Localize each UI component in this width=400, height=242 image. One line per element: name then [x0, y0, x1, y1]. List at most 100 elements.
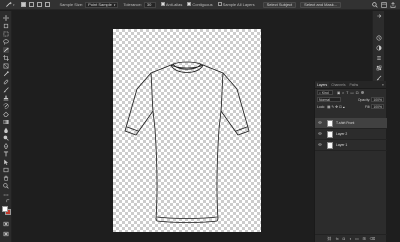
frame-tool-icon[interactable] [3, 63, 9, 69]
trash-icon[interactable]: ⌫ [370, 236, 375, 241]
intersect-selection-button[interactable] [44, 2, 50, 7]
fx-icon[interactable]: fx [336, 237, 339, 241]
lock-image-icon[interactable]: ✎ [331, 105, 334, 109]
magic-wand-tool-icon[interactable] [3, 47, 9, 53]
tab-channels[interactable]: Channels [329, 82, 347, 89]
more-tools-icon[interactable] [3, 192, 9, 198]
tab-layers[interactable]: Layers [315, 81, 330, 88]
blur-tool-icon[interactable] [3, 127, 9, 133]
search-icon: ⌕ [319, 90, 321, 95]
checkbox-icon [217, 2, 222, 7]
new-selection-button[interactable] [20, 2, 26, 7]
lock-all-icon[interactable]: 🔒︎ [343, 105, 345, 109]
filter-adjustment-icon[interactable]: ◐ [342, 91, 344, 95]
clone-stamp-tool-icon[interactable] [3, 95, 9, 101]
workspace-icon[interactable] [381, 2, 387, 8]
magic-wand-icon[interactable] [5, 1, 12, 8]
filter-type-icon[interactable]: T [346, 91, 348, 95]
add-mask-icon[interactable]: ◘ [343, 237, 345, 241]
zoom-tool-icon[interactable] [3, 183, 9, 189]
blend-row: Normal Opacity: 100% [315, 96, 386, 103]
eyedropper-tool-icon[interactable] [3, 71, 9, 77]
screen-mode-icon[interactable] [3, 231, 9, 237]
quick-mask-icon[interactable] [3, 221, 9, 227]
filter-smart-object-icon[interactable]: ⊡ [356, 91, 359, 95]
layer-thumbnail [327, 130, 333, 138]
layer-name[interactable]: T-shirt Front [336, 121, 354, 125]
tab-paths[interactable]: Paths [348, 82, 361, 89]
new-group-folder-icon[interactable]: ▭ [355, 236, 359, 241]
visibility-eye-icon[interactable] [317, 121, 323, 125]
pen-tool-icon[interactable] [3, 143, 9, 149]
document-canvas[interactable] [113, 29, 261, 232]
lasso-tool-icon[interactable] [3, 39, 9, 45]
healing-brush-tool-icon[interactable] [3, 79, 9, 85]
chevron-down-icon[interactable]: ▾ [13, 3, 15, 7]
select-and-mask-label: Select and Mask... [304, 2, 338, 7]
tools-panel [0, 11, 12, 242]
tolerance-value: 30 [146, 2, 152, 7]
hand-tool-icon[interactable] [3, 175, 9, 181]
blend-mode-select[interactable]: Normal [317, 97, 341, 102]
new-layer-icon[interactable]: ⊞ [363, 236, 366, 241]
filter-shape-icon[interactable]: ▭ [350, 91, 353, 95]
adjustment-layer-icon[interactable]: ◑ [349, 237, 351, 241]
share-icon[interactable] [390, 2, 396, 8]
tolerance-input[interactable]: 30 [143, 1, 156, 8]
anti-alias-checkbox[interactable]: Anti-alias [160, 2, 182, 7]
chevron-down-icon: ▾ [113, 2, 116, 7]
contiguous-checkbox[interactable]: Contiguous [187, 2, 213, 7]
layer-name[interactable]: Layer 1 [336, 143, 347, 147]
fill-value: 100% [373, 104, 382, 109]
layer-thumbnail [327, 141, 333, 149]
select-and-mask-button[interactable]: Select and Mask... [300, 1, 342, 8]
swap-colors-icon[interactable] [6, 199, 10, 203]
styles-panel-icon[interactable] [376, 65, 382, 71]
sample-size-value: Point Sample [88, 2, 112, 7]
artboard-tool-icon[interactable] [3, 23, 9, 29]
link-layers-icon[interactable]: ⛓ [327, 236, 332, 241]
filter-kind-select[interactable]: ⌕ Kind [317, 90, 333, 95]
layer-thumbnail [327, 119, 333, 127]
filter-toggle-icon[interactable] [361, 91, 365, 94]
marquee-tool-icon[interactable] [3, 31, 9, 37]
foreground-color-swatch[interactable] [2, 206, 8, 212]
path-selection-tool-icon[interactable] [3, 159, 9, 165]
lock-position-icon[interactable]: ✥ [335, 105, 338, 109]
crop-tool-icon[interactable] [3, 55, 9, 61]
fill-input[interactable]: 100% [371, 104, 384, 109]
select-subject-button[interactable]: Select Subject [262, 1, 297, 8]
lock-artboard-icon[interactable]: ⊡ [339, 105, 342, 109]
lock-transparent-icon[interactable]: ▦ [327, 105, 330, 109]
sample-all-layers-label: Sample All Layers [222, 2, 255, 7]
tolerance-label: Tolerance: [123, 2, 142, 7]
visibility-eye-icon[interactable] [317, 143, 323, 147]
layer-row[interactable]: Layer 2 [315, 129, 387, 140]
sample-size-select[interactable]: Point Sample ▾ [85, 1, 119, 8]
add-to-selection-button[interactable] [28, 2, 34, 7]
layer-row[interactable]: T-shirt Front [315, 118, 387, 129]
history-brush-tool-icon[interactable] [3, 103, 9, 109]
move-tool-icon[interactable] [3, 15, 9, 21]
rectangle-tool-icon[interactable] [3, 167, 9, 173]
history-panel-icon[interactable] [376, 35, 382, 41]
eraser-tool-icon[interactable] [3, 111, 9, 117]
filter-pixel-icon[interactable]: ▣ [337, 91, 340, 95]
layer-name[interactable]: Layer 2 [336, 132, 347, 136]
subtract-from-selection-button[interactable] [36, 2, 42, 7]
dodge-tool-icon[interactable] [3, 135, 9, 141]
brush-tool-icon[interactable] [3, 87, 9, 93]
opacity-input[interactable]: 100% [371, 97, 384, 102]
layer-row[interactable]: Layer 1 [315, 140, 387, 151]
fill-label: Fill: [365, 104, 371, 109]
panel-menu-icon[interactable]: ≡ [382, 83, 384, 89]
search-icon[interactable] [372, 2, 378, 8]
lock-row: Lock: ▦ ✎ ✥ ⊡ 🔒︎ Fill: 100% [315, 103, 386, 110]
properties-panel-icon[interactable] [376, 55, 382, 61]
adjustments-panel-icon[interactable] [376, 45, 382, 51]
visibility-eye-icon[interactable] [317, 132, 323, 136]
expand-panels-icon[interactable] [376, 13, 382, 19]
sample-all-layers-checkbox[interactable]: Sample All Layers [217, 2, 255, 7]
type-tool-icon[interactable] [3, 151, 9, 157]
gradient-tool-icon[interactable] [3, 119, 9, 125]
